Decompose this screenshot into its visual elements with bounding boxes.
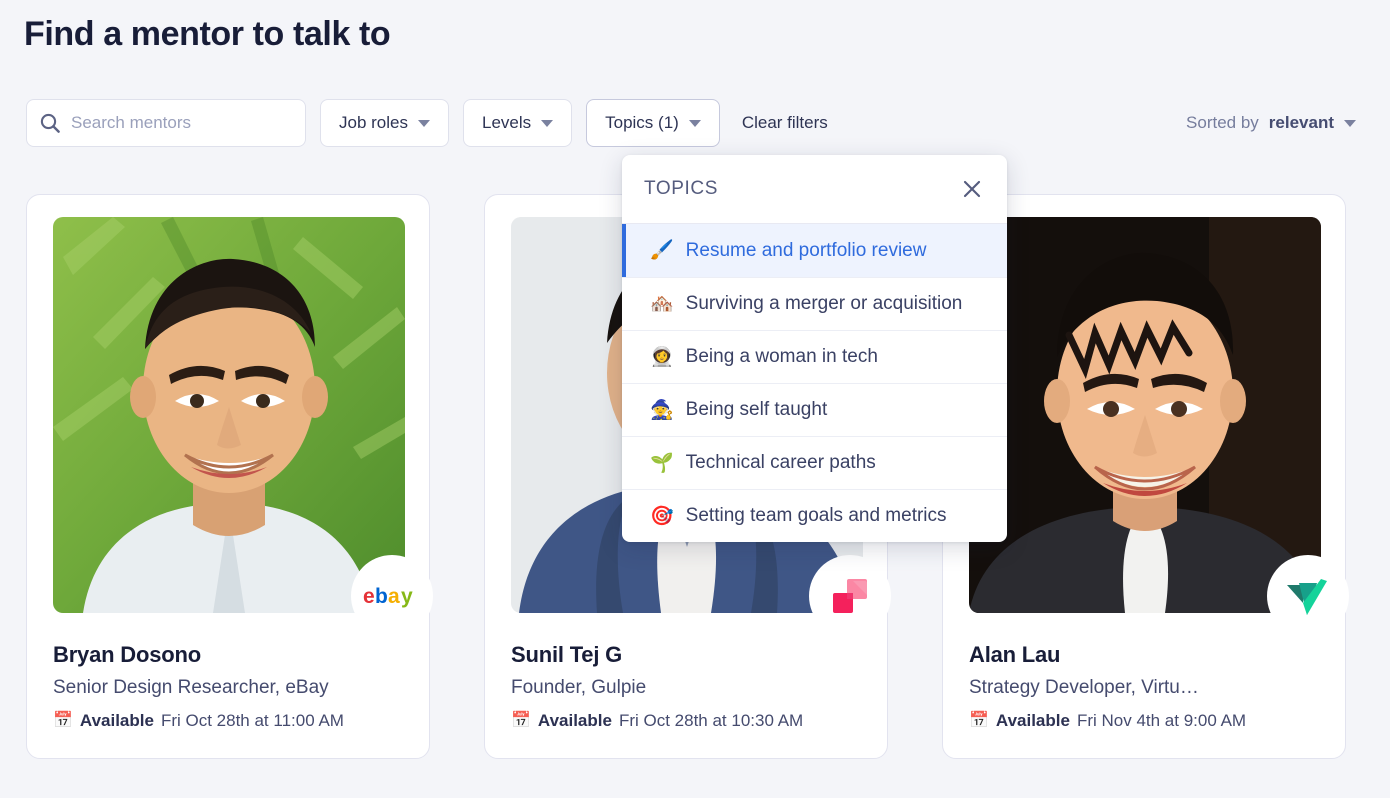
availability-label: Available [996, 710, 1070, 732]
mentor-photo [53, 217, 405, 613]
search-icon [39, 112, 61, 134]
chevron-down-icon [1344, 120, 1356, 127]
chevron-down-icon [541, 120, 553, 127]
mentor-name: Alan Lau [969, 641, 1319, 669]
mentor-role: Strategy Developer, Virtu… [969, 675, 1319, 701]
mentor-name: Sunil Tej G [511, 641, 861, 669]
svg-text:a: a [388, 585, 400, 608]
topic-option[interactable]: 🎯 Setting team goals and metrics [622, 489, 1007, 542]
sort-prefix-label: Sorted by [1186, 113, 1259, 133]
availability-time: Fri Oct 28th at 10:30 AM [619, 710, 803, 732]
paintbrush-icon: 🖌️ [650, 241, 674, 260]
ebay-logo: e b a y [351, 555, 433, 637]
topics-dropdown-header: TOPICS [622, 155, 1007, 224]
page-title: Find a mentor to talk to [24, 12, 390, 56]
mentor-search-page: Find a mentor to talk to Job roles Level… [0, 0, 1390, 798]
close-icon[interactable] [959, 176, 985, 202]
topic-option[interactable]: 🌱 Technical career paths [622, 436, 1007, 489]
virtusa-logo [1267, 555, 1349, 637]
levels-filter-button[interactable]: Levels [463, 99, 572, 147]
calendar-icon: 📅 [969, 713, 989, 729]
topic-option-label: Resume and portfolio review [686, 240, 927, 262]
levels-filter-label: Levels [482, 113, 531, 133]
topics-filter-label: Topics (1) [605, 113, 679, 133]
topics-dropdown-list: 🖌️ Resume and portfolio review 🏘️ Surviv… [622, 224, 1007, 542]
mentor-photo-wrapper [969, 217, 1321, 613]
chevron-down-icon [689, 120, 701, 127]
mentor-availability: 📅 Available Fri Oct 28th at 10:30 AM [511, 710, 861, 732]
calendar-icon: 📅 [53, 713, 73, 729]
availability-label: Available [80, 710, 154, 732]
topic-option[interactable]: 🏘️ Surviving a merger or acquisition [622, 277, 1007, 330]
seedling-icon: 🌱 [650, 454, 674, 473]
topic-option-label: Being self taught [686, 399, 828, 421]
woman-astronaut-icon: 👩‍🚀 [650, 348, 674, 367]
mentor-photo [969, 217, 1321, 613]
topic-option-label: Being a woman in tech [686, 346, 878, 368]
svg-text:y: y [401, 585, 413, 608]
mentor-role: Founder, Gulpie [511, 675, 861, 701]
topic-option[interactable]: 🧙 Being self taught [622, 383, 1007, 436]
svg-text:e: e [363, 585, 375, 608]
topic-option-label: Surviving a merger or acquisition [686, 293, 963, 315]
job-roles-filter-label: Job roles [339, 113, 408, 133]
search-input[interactable] [71, 113, 293, 133]
sort-value-label: relevant [1269, 113, 1334, 133]
gulpie-logo [809, 555, 891, 637]
topic-option[interactable]: 👩‍🚀 Being a woman in tech [622, 330, 1007, 383]
search-input-wrapper[interactable] [26, 99, 306, 147]
calendar-icon: 📅 [511, 713, 531, 729]
topic-option-label: Technical career paths [686, 452, 876, 474]
mentor-card[interactable]: e b a y Bryan Dosono Senior Design Resea… [26, 194, 430, 759]
topics-dropdown-panel: TOPICS 🖌️ Resume and portfolio review 🏘️… [622, 155, 1007, 542]
houses-icon: 🏘️ [650, 295, 674, 314]
topics-dropdown-title: TOPICS [644, 178, 959, 200]
filter-bar: Job roles Levels Topics (1) Clear filter… [26, 99, 1364, 147]
sort-control[interactable]: Sorted by relevant [1186, 113, 1364, 133]
mentor-availability: 📅 Available Fri Nov 4th at 9:00 AM [969, 710, 1319, 732]
topic-option-label: Setting team goals and metrics [686, 505, 947, 527]
dart-icon: 🎯 [650, 507, 674, 526]
chevron-down-icon [418, 120, 430, 127]
availability-time: Fri Oct 28th at 11:00 AM [161, 710, 344, 732]
mentor-role: Senior Design Researcher, eBay [53, 675, 403, 701]
mage-icon: 🧙 [650, 401, 674, 420]
svg-text:b: b [375, 585, 388, 608]
mentor-availability: 📅 Available Fri Oct 28th at 11:00 AM [53, 710, 403, 732]
mentor-name: Bryan Dosono [53, 641, 403, 669]
availability-label: Available [538, 710, 612, 732]
topics-filter-button[interactable]: Topics (1) [586, 99, 720, 147]
job-roles-filter-button[interactable]: Job roles [320, 99, 449, 147]
mentor-photo-wrapper: e b a y [53, 217, 405, 613]
topic-option[interactable]: 🖌️ Resume and portfolio review [622, 224, 1007, 277]
availability-time: Fri Nov 4th at 9:00 AM [1077, 710, 1246, 732]
clear-filters-button[interactable]: Clear filters [742, 113, 828, 133]
